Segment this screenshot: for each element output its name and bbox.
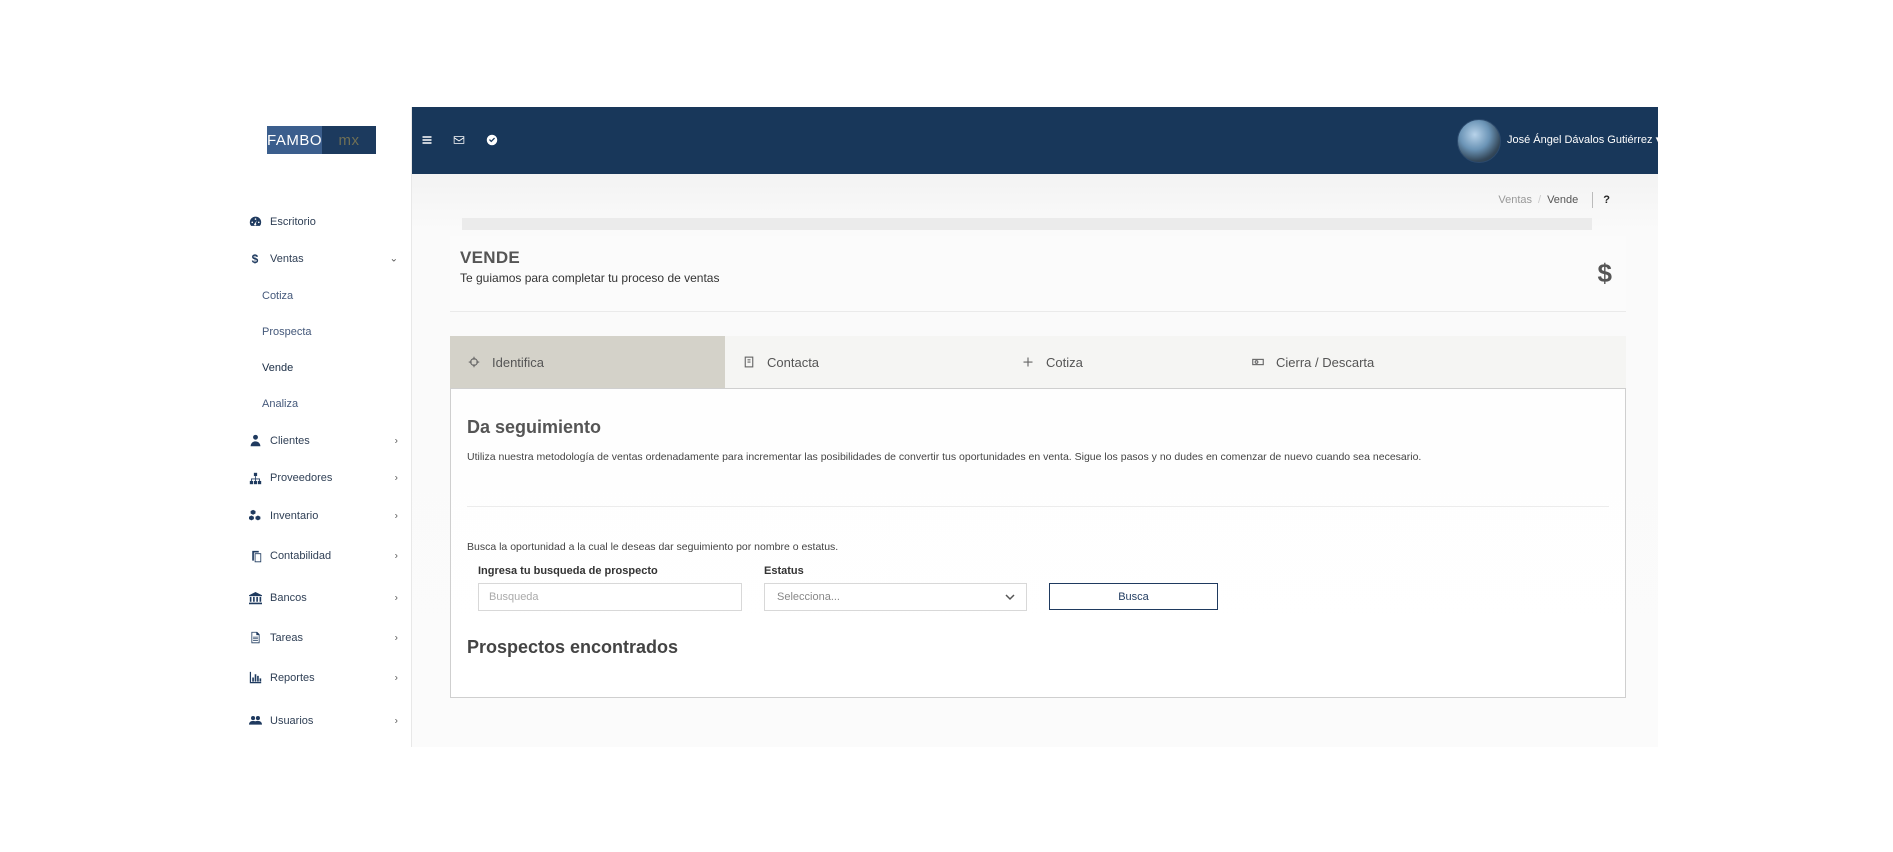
status-select-value: Selecciona... xyxy=(777,591,840,603)
top-navbar: José Ángel Dávalos Gutiérrez ▾ xyxy=(412,107,1661,174)
sidebar-item-label: Usuarios xyxy=(270,714,314,727)
chevron-right-icon: › xyxy=(394,435,398,447)
fambo-logo[interactable]: FAMBO mx xyxy=(267,126,376,154)
sidebar-item-tareas[interactable]: Tareas › xyxy=(236,619,412,657)
search-hint: Busca la oportunidad a la cual le deseas… xyxy=(467,541,839,553)
copy-icon xyxy=(248,549,262,563)
search-button[interactable]: Busca xyxy=(1049,583,1218,610)
sidebar: FAMBO mx Escritorio $ Ventas ⌄ Cotiza Pr… xyxy=(236,107,412,747)
cubes-icon xyxy=(248,509,262,523)
chevron-right-icon: › xyxy=(394,510,398,522)
main-content: Ventas / Vende ? VENDE Te guiamos para c… xyxy=(412,174,1658,747)
sidebar-item-label: Proveedores xyxy=(270,472,333,485)
sidebar-item-reportes[interactable]: Reportes › xyxy=(236,657,412,699)
user-menu[interactable]: José Ángel Dávalos Gutiérrez ▾ xyxy=(1507,133,1661,146)
dollar-icon: $ xyxy=(251,252,259,267)
search-input[interactable] xyxy=(478,583,742,611)
breadcrumb-divider xyxy=(1592,192,1594,208)
logo-part-1: FAMBO xyxy=(267,126,322,154)
plus-icon xyxy=(1020,356,1036,368)
sidebar-item-label: Inventario xyxy=(270,509,319,522)
found-prospects-title: Prospectos encontrados xyxy=(467,637,679,657)
chevron-down-icon: ⌄ xyxy=(389,253,398,265)
check-circle-icon[interactable] xyxy=(485,133,499,147)
card-description: Utiliza nuestra metodología de ventas or… xyxy=(467,451,1422,463)
user-tie-icon xyxy=(248,434,262,448)
sidebar-subitem-prospecta[interactable]: Prospecta xyxy=(236,314,412,350)
page-title: VENDE xyxy=(460,248,521,267)
crosshair-icon xyxy=(466,356,482,368)
sidebar-item-label: Bancos xyxy=(270,592,307,604)
sidebar-item-contabilidad[interactable]: Contabilidad › xyxy=(236,535,412,578)
chevron-right-icon: › xyxy=(394,632,398,643)
sidebar-item-ventas[interactable]: $ Ventas ⌄ xyxy=(236,241,412,279)
identifica-panel: Da seguimiento Utiliza nuestra metodolog… xyxy=(450,388,1626,698)
dashboard-icon xyxy=(248,215,262,229)
sidebar-nav: Escritorio $ Ventas ⌄ Cotiza Prospecta V… xyxy=(236,203,412,743)
chevron-right-icon: › xyxy=(394,715,398,726)
help-button[interactable]: ? xyxy=(1603,194,1610,206)
sidebar-subitem-vende[interactable]: Vende xyxy=(236,350,412,386)
sidebar-item-escritorio[interactable]: Escritorio xyxy=(236,203,412,241)
sidebar-item-usuarios[interactable]: Usuarios › xyxy=(236,699,412,743)
sidebar-item-clientes[interactable]: Clientes › xyxy=(236,422,412,460)
sidebar-subitem-cotiza[interactable]: Cotiza xyxy=(236,278,412,314)
dollar-icon: $ xyxy=(1597,258,1612,288)
envelope-icon[interactable] xyxy=(452,133,466,147)
tab-label: Contacta xyxy=(767,354,820,370)
bar-chart-icon xyxy=(248,671,262,685)
divider xyxy=(467,506,1609,507)
sidebar-item-label: Tareas xyxy=(270,631,304,644)
breadcrumb: Ventas / Vende ? xyxy=(1498,192,1610,208)
sidebar-item-label: Contabilidad xyxy=(270,550,332,562)
sidebar-item-label: Escritorio xyxy=(270,215,316,228)
breadcrumb-separator: / xyxy=(1538,194,1542,206)
tab-label: Cotiza xyxy=(1046,354,1083,370)
sidebar-item-bancos[interactable]: Bancos › xyxy=(236,578,412,619)
page-header: VENDE Te guiamos para completar tu proce… xyxy=(450,236,1626,312)
process-tabs: Identifica Contacta Cotiza Cierra / Desc… xyxy=(450,336,1626,388)
chevron-right-icon: › xyxy=(394,550,398,562)
sidebar-item-label: Clientes xyxy=(270,434,310,447)
tab-label: Identifica xyxy=(492,354,545,370)
sidebar-item-label: Reportes xyxy=(270,671,315,684)
chevron-right-icon: › xyxy=(394,592,398,604)
user-name: José Ángel Dávalos Gutiérrez xyxy=(1507,134,1653,146)
caret-down-icon: ▾ xyxy=(1655,134,1662,146)
chevron-right-icon: › xyxy=(394,472,398,484)
sidebar-subitem-analiza[interactable]: Analiza xyxy=(236,386,412,422)
breadcrumb-parent[interactable]: Ventas xyxy=(1498,194,1532,206)
money-icon xyxy=(1250,356,1266,368)
menu-icon[interactable] xyxy=(420,133,434,147)
background-band xyxy=(462,218,1592,230)
users-icon xyxy=(248,714,262,728)
sidebar-item-label: Ventas xyxy=(270,253,304,266)
search-label: Ingresa tu busqueda de prospecto xyxy=(478,565,658,577)
sidebar-item-inventario[interactable]: Inventario › xyxy=(236,497,412,535)
status-select[interactable]: Selecciona... xyxy=(764,583,1027,611)
user-avatar[interactable] xyxy=(1457,119,1501,163)
status-label: Estatus xyxy=(764,565,804,577)
tab-label: Cierra / Descarta xyxy=(1276,354,1375,370)
chevron-right-icon: › xyxy=(394,672,398,683)
chevron-down-icon xyxy=(1004,591,1016,603)
card-title: Da seguimiento xyxy=(467,417,602,437)
breadcrumb-current: Vende xyxy=(1547,194,1579,206)
tab-cotiza[interactable]: Cotiza xyxy=(1000,336,1230,388)
page-subtitle: Te guiamos para completar tu proceso de … xyxy=(460,271,720,285)
sitemap-icon xyxy=(248,471,262,485)
tab-cierra-descarta[interactable]: Cierra / Descarta xyxy=(1230,336,1626,388)
tab-contacta[interactable]: Contacta xyxy=(725,336,1000,388)
logo-part-2: mx xyxy=(322,126,376,154)
file-text-icon xyxy=(248,631,262,645)
tab-identifica[interactable]: Identifica xyxy=(450,336,725,388)
bank-icon xyxy=(248,591,262,605)
sidebar-item-proveedores[interactable]: Proveedores › xyxy=(236,460,412,498)
address-book-icon xyxy=(741,356,757,368)
